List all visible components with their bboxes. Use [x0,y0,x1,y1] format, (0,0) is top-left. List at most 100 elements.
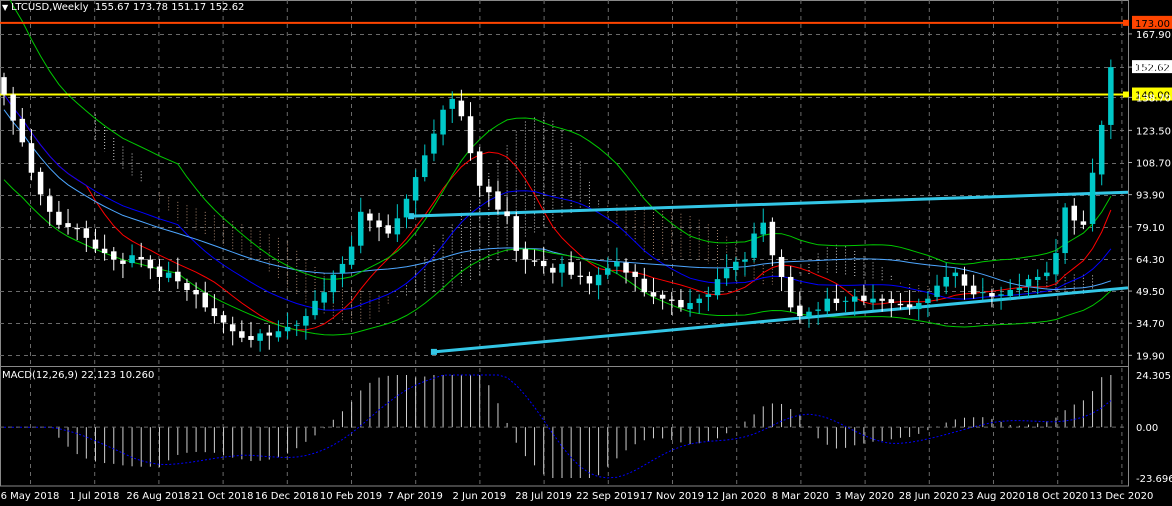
y-tick-label: 79.10 [1136,223,1165,234]
candle-body [1044,272,1050,277]
candle [65,208,71,235]
candle-body [678,299,684,308]
candle [111,246,117,271]
candle [422,144,428,182]
candle-body [604,268,611,275]
candle [303,308,309,340]
candle [120,252,126,279]
candle-body [760,222,766,235]
collapse-triangle-icon[interactable]: ▼ [2,3,8,12]
candle [1089,158,1096,232]
candle-body [92,239,99,249]
chart-grid [0,0,1129,487]
candle-body [111,251,117,260]
candle-body [943,276,949,287]
candle-body [851,296,858,302]
candle-body [138,256,144,260]
candle-body [769,221,776,256]
price-chart: 173.00140.00152.62 167.90 152.62 138.70 123… [0,0,1172,502]
candle-body [1025,279,1032,287]
candle-body [403,198,410,218]
candle [705,286,712,312]
candle-body [284,326,291,332]
candlesticks [1,59,1114,352]
candle-body [56,211,62,225]
candle [586,271,593,295]
candle [220,310,227,334]
candle-body [723,268,730,279]
candle [330,270,337,304]
candle [229,316,236,346]
candle [531,249,538,267]
candle [595,267,602,300]
candle-body [650,292,657,297]
candle-body [1007,289,1013,297]
candle [513,211,520,262]
candle [870,284,876,311]
candle-body [687,303,693,310]
candle-body [431,133,437,154]
candle-body [504,211,510,217]
candle [495,180,501,214]
candle-body [824,298,831,312]
candle [1062,203,1068,264]
candle [833,284,840,311]
envelope-lower-line [3,179,1112,336]
candle-body [614,261,620,267]
candle-body [74,227,80,230]
x-tick-label: 2 Jun 2019 [453,491,507,502]
chart-header: ▼ LTCUSD,Weekly 155.67 173.78 151.17 152.… [2,2,244,13]
candle [449,91,455,123]
candle-body [120,260,126,264]
x-tick-label: 7 Apr 2019 [387,491,442,502]
x-tick-label: 21 Oct 2018 [192,491,254,502]
candle [970,274,977,299]
candle [778,249,785,292]
candle-body [394,218,401,235]
candle-body [193,289,199,295]
candle-body [714,279,721,296]
candle-body [312,300,318,316]
candle [193,282,199,309]
candle-body [303,316,309,326]
candle [358,197,364,254]
candle-body [10,94,16,121]
candle-body [705,294,712,297]
candle [467,102,474,161]
candle-body [989,293,995,297]
candle-body [998,294,1004,296]
candle-body [595,274,602,286]
candle-body [623,262,629,273]
candle [293,320,300,337]
trendline-handle [430,348,437,355]
candle-body [879,298,885,301]
candle-body [385,225,391,234]
candle-body [1,77,7,95]
candle-body [925,298,931,304]
candle-body [742,259,748,262]
candle [787,266,794,312]
candle-body [1080,221,1087,225]
candle [257,329,263,352]
candle-body [861,295,867,301]
candle-body [1071,205,1078,221]
candle [723,254,730,286]
candle-body [833,298,840,304]
candle-body [220,315,227,323]
macd-signal-value: 10.260 [119,370,155,381]
candle [376,212,382,242]
candle-body [19,118,26,143]
y-tick-label: 34.70 [1136,319,1165,330]
candle-body [46,196,53,212]
x-tick-label: 1 Jul 2018 [69,491,119,502]
candle-body [495,191,501,210]
candle [842,296,849,313]
x-tick-label: 26 Aug 2018 [126,491,190,502]
candle [101,234,108,261]
open-value: 155.67 [94,2,130,13]
candle [769,217,776,267]
candle-body [916,303,922,310]
candle [952,268,959,287]
candle-body [83,228,90,238]
candle [577,261,584,285]
